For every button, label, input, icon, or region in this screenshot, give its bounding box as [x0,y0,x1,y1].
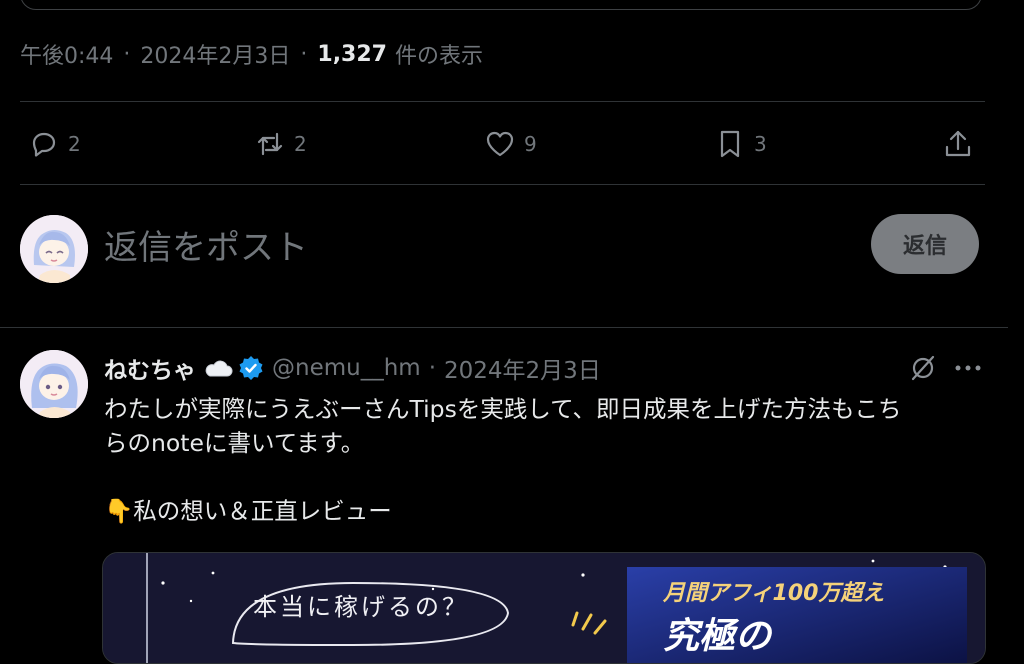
grok-icon [911,355,935,381]
like-count: 9 [524,132,537,156]
author-name[interactable]: ねむちゃ [104,351,196,385]
divider [20,101,985,102]
reply-count: 2 [68,132,81,156]
avatar-illustration-icon [20,215,88,283]
media-card[interactable]: 本当に稼げるの？ 月間アフィ100万超え 究極の [102,552,986,664]
divider [20,184,985,185]
tweet-date[interactable]: 2024年2月3日 [140,38,290,70]
scrollbar-track[interactable] [1008,0,1024,637]
reply-action-button[interactable]: 2 [28,118,81,170]
like-action-button[interactable]: 9 [484,118,537,170]
repost-icon [257,132,283,156]
share-action-button[interactable] [942,118,974,170]
heart-icon [486,131,514,157]
meta-separator: · [300,41,308,67]
share-icon [945,130,971,157]
media-caption-right-2: 究極の [663,616,772,657]
tweet-meta: 午後0:44 · 2024年2月3日 · 1,327 件の表示 [20,38,483,70]
views-label: 件の表示 [394,44,483,69]
bookmark-action-button[interactable]: 3 [714,118,767,170]
reply-post-body: わたしが実際にうえぶーさんTipsを実践して、即日成果を上げた方法もこち らのn… [104,392,984,528]
reply-submit-button[interactable]: 返信 [871,214,979,274]
author-handle[interactable]: @nemu__hm [272,355,421,381]
repost-action-button[interactable]: 2 [254,118,307,170]
repost-count: 2 [294,132,307,156]
post-text-line: わたしが実際にうえぶーさんTipsを実践して、即日成果を上げた方法もこち [104,395,902,423]
media-caption-right: 月間アフィ100万超え [663,581,885,606]
more-options-button[interactable] [950,351,986,385]
header-separator: · [428,355,437,381]
current-user-avatar[interactable] [20,215,88,283]
cloud-emoji-icon [202,356,234,380]
bookmark-icon [720,130,740,158]
post-date[interactable]: 2024年2月3日 [444,351,601,385]
avatar-illustration-icon [20,350,88,418]
bookmark-count: 3 [754,132,767,156]
post-text-line: らのnoteに書いてます。 [104,429,365,457]
action-bar: 2 2 9 3 [20,118,985,170]
views-count: 1,327 [317,41,387,67]
reply-icon [32,132,56,157]
tweet-time[interactable]: 午後0:44 [20,38,113,70]
meta-separator: · [123,41,131,67]
reply-author-avatar[interactable] [20,350,88,418]
media-caption-left: 本当に稼げるの？ [253,593,469,621]
quoted-card-edge [20,0,982,10]
media-thumbnail-image [103,553,985,663]
more-dots-icon [955,365,981,371]
divider [0,327,1008,328]
reply-post-header: ねむちゃ @nemu__hm · 2024年2月3日 [104,348,601,388]
grok-button[interactable] [906,351,940,385]
verified-badge-icon [238,355,264,381]
reply-compose-input[interactable]: 返信をポスト [104,218,804,270]
post-text-line: 👇私の想い＆正直レビュー [104,497,392,525]
